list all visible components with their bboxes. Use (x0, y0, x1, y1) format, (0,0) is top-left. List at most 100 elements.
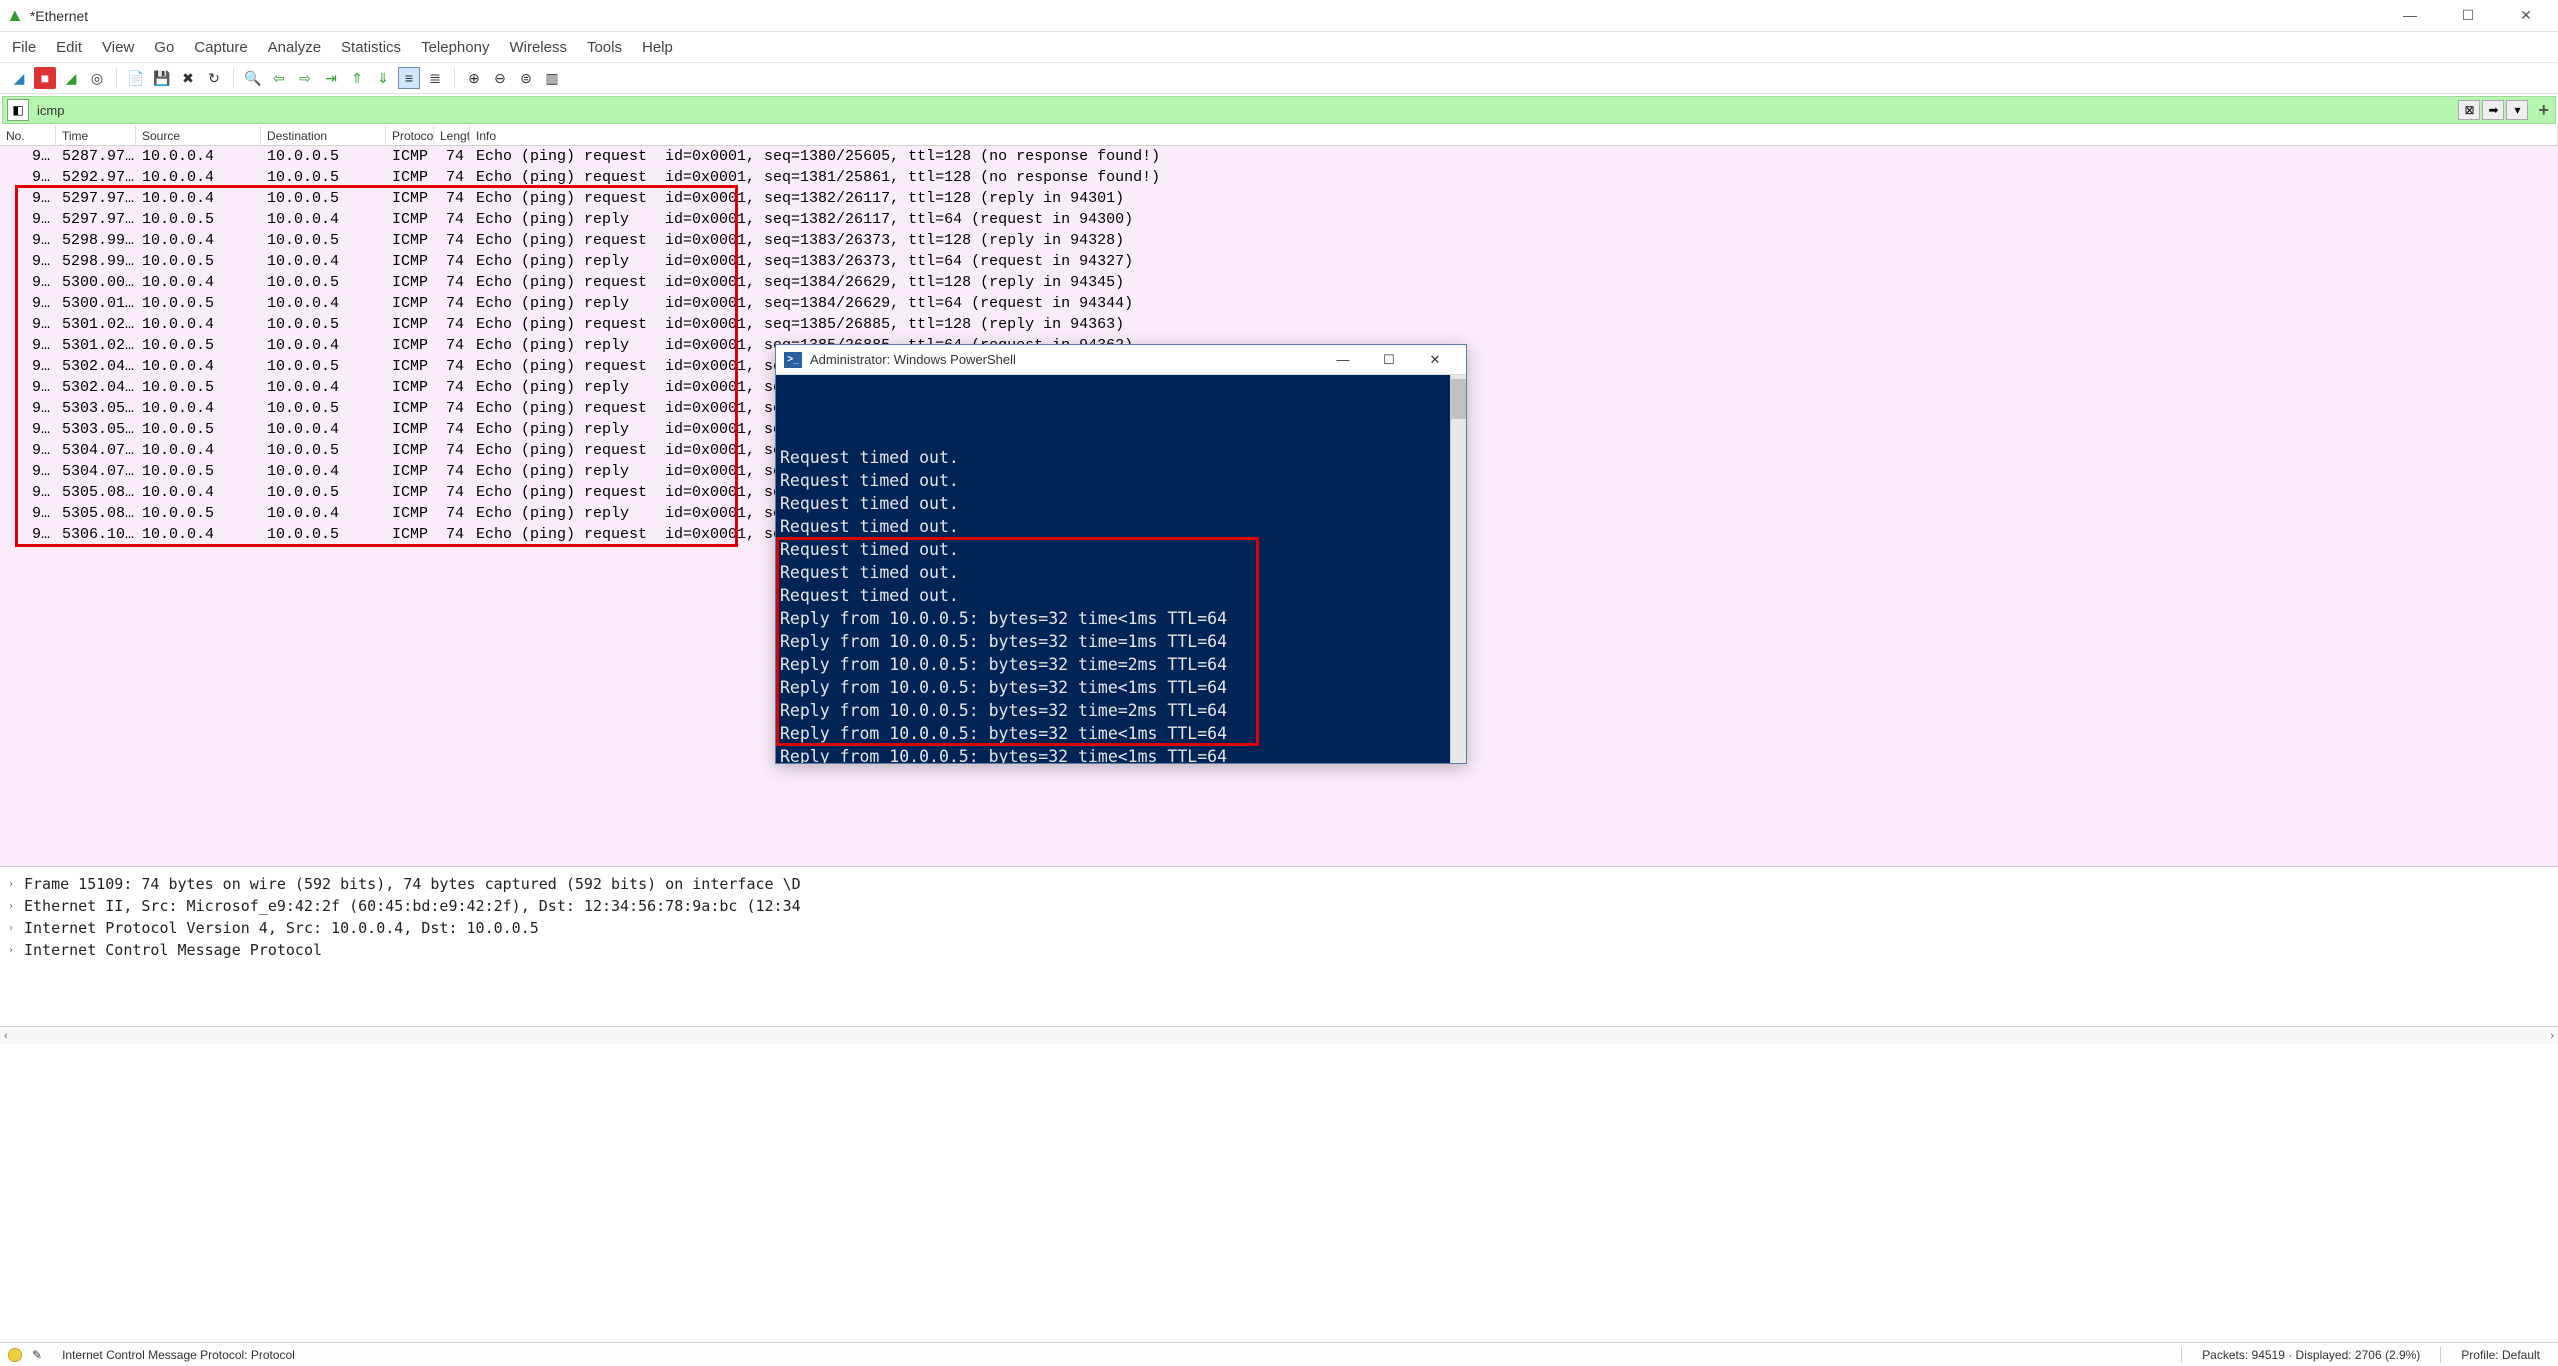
clear-filter-button[interactable]: ⊠ (2458, 100, 2480, 120)
powershell-output[interactable]: Request timed out.Request timed out.Requ… (776, 375, 1466, 763)
packet-row[interactable]: 9…5300.01…10.0.0.510.0.0.4ICMP74Echo (pi… (0, 293, 2558, 314)
detail-text: Internet Protocol Version 4, Src: 10.0.0… (24, 919, 539, 937)
menu-help[interactable]: Help (642, 39, 673, 56)
powershell-window[interactable]: >_ Administrator: Windows PowerShell — ☐… (775, 344, 1467, 764)
status-field: Internet Control Message Protocol: Proto… (52, 1348, 305, 1362)
column-info[interactable]: Info (470, 126, 2558, 145)
zoom-in-icon[interactable]: ⊕ (463, 67, 485, 89)
column-destination[interactable]: Destination (261, 126, 386, 145)
ps-maximize-button[interactable]: ☐ (1366, 346, 1412, 374)
packet-row[interactable]: 9…5297.97…10.0.0.410.0.0.5ICMP74Echo (pi… (0, 188, 2558, 209)
column-source[interactable]: Source (136, 126, 261, 145)
detail-icmp[interactable]: › Internet Control Message Protocol (8, 939, 2550, 961)
goto-icon[interactable]: ⇥ (320, 67, 342, 89)
column-time[interactable]: Time (56, 126, 136, 145)
ps-close-button[interactable]: ✕ (1412, 346, 1458, 374)
minimize-button[interactable]: — (2390, 7, 2430, 24)
menu-analyze[interactable]: Analyze (268, 39, 321, 56)
detail-ethernet[interactable]: › Ethernet II, Src: Microsof_e9:42:2f (60… (8, 895, 2550, 917)
packet-row[interactable]: 9…5292.97…10.0.0.410.0.0.5ICMP74Echo (pi… (0, 167, 2558, 188)
column-no[interactable]: No. (0, 126, 56, 145)
powershell-title: Administrator: Windows PowerShell (810, 352, 1320, 367)
menu-tools[interactable]: Tools (587, 39, 622, 56)
reload-icon[interactable]: ↻ (203, 67, 225, 89)
scrollbar-thumb[interactable] (1451, 379, 1466, 419)
forward-icon[interactable]: ⇨ (294, 67, 316, 89)
status-packets: Packets: 94519 · Displayed: 2706 (2.9%) (2192, 1348, 2430, 1362)
detail-frame[interactable]: ›Frame 15109: 74 bytes on wire (592 bits… (8, 873, 2550, 895)
display-filter-input[interactable] (33, 101, 2458, 120)
separator (233, 68, 234, 88)
packet-row[interactable]: 9…5301.02…10.0.0.410.0.0.5ICMP74Echo (pi… (0, 314, 2558, 335)
app-icon: ▲ (6, 5, 24, 26)
save-file-icon[interactable]: 💾 (151, 67, 173, 89)
detail-text: Frame 15109: 74 bytes on wire (592 bits)… (24, 875, 801, 893)
menu-statistics[interactable]: Statistics (341, 39, 401, 56)
window-controls: — ☐ ✕ (2390, 7, 2552, 24)
ps-line: Reply from 10.0.0.5: bytes=32 time<1ms T… (780, 676, 1462, 699)
close-file-icon[interactable]: ✖ (177, 67, 199, 89)
start-capture-icon[interactable]: ◢ (8, 67, 30, 89)
ps-line: Reply from 10.0.0.5: bytes=32 time=1ms T… (780, 630, 1462, 653)
menu-wireless[interactable]: Wireless (509, 39, 567, 56)
statusbar: ✎ Internet Control Message Protocol: Pro… (0, 1342, 2558, 1366)
ps-line: Request timed out. (780, 492, 1462, 515)
close-button[interactable]: ✕ (2506, 7, 2546, 24)
ps-line: Reply from 10.0.0.5: bytes=32 time=2ms T… (780, 699, 1462, 722)
auto-scroll-icon[interactable]: ≡ (398, 67, 420, 89)
menu-edit[interactable]: Edit (56, 39, 82, 56)
ps-line: Reply from 10.0.0.5: bytes=32 time<1ms T… (780, 607, 1462, 630)
back-icon[interactable]: ⇦ (268, 67, 290, 89)
restart-capture-icon[interactable]: ◢ (60, 67, 82, 89)
resize-columns-icon[interactable]: ▥ (541, 67, 563, 89)
add-filter-button[interactable]: + (2532, 100, 2555, 121)
menu-view[interactable]: View (102, 39, 134, 56)
detail-text: Ethernet II, Src: Microsof_e9:42:2f (60:… (24, 897, 801, 915)
maximize-button[interactable]: ☐ (2448, 7, 2488, 24)
powershell-titlebar[interactable]: >_ Administrator: Windows PowerShell — ☐… (776, 345, 1466, 375)
stop-capture-icon[interactable]: ■ (34, 67, 56, 89)
menu-telephony[interactable]: Telephony (421, 39, 489, 56)
detail-ip[interactable]: ›Internet Protocol Version 4, Src: 10.0.… (8, 917, 2550, 939)
horizontal-scrollbar[interactable]: ‹› (0, 1026, 2558, 1044)
first-packet-icon[interactable]: ⇑ (346, 67, 368, 89)
packet-row[interactable]: 9…5298.99…10.0.0.510.0.0.4ICMP74Echo (pi… (0, 251, 2558, 272)
caret-icon: › (8, 901, 18, 912)
capture-options-icon[interactable]: ◎ (86, 67, 108, 89)
last-packet-icon[interactable]: ⇓ (372, 67, 394, 89)
filter-history-button[interactable]: ▾ (2506, 100, 2528, 120)
find-icon[interactable]: 🔍 (242, 67, 264, 89)
packet-row[interactable]: 9…5297.97…10.0.0.510.0.0.4ICMP74Echo (pi… (0, 209, 2558, 230)
bookmark-icon[interactable]: ◧ (7, 99, 29, 121)
column-length[interactable]: Length (434, 126, 470, 145)
detail-text: Internet Control Message Protocol (24, 941, 322, 959)
packet-row[interactable]: 9…5298.99…10.0.0.410.0.0.5ICMP74Echo (pi… (0, 230, 2558, 251)
zoom-out-icon[interactable]: ⊖ (489, 67, 511, 89)
ps-line: Reply from 10.0.0.5: bytes=32 time<1ms T… (780, 722, 1462, 745)
menu-file[interactable]: File (12, 39, 36, 56)
apply-filter-button[interactable]: ➡ (2482, 100, 2504, 120)
powershell-scrollbar[interactable] (1450, 375, 1466, 763)
ps-minimize-button[interactable]: — (1320, 346, 1366, 374)
separator (116, 68, 117, 88)
column-protocol[interactable]: Protocol (386, 126, 434, 145)
colorize-icon[interactable]: ≣ (424, 67, 446, 89)
toolbar: ◢ ■ ◢ ◎ 📄 💾 ✖ ↻ 🔍 ⇦ ⇨ ⇥ ⇑ ⇓ ≡ ≣ ⊕ ⊖ ⊜ ▥ (0, 62, 2558, 94)
powershell-icon: >_ (784, 352, 802, 368)
titlebar: ▲ *Ethernet — ☐ ✕ (0, 0, 2558, 32)
packet-row[interactable]: 9…5300.00…10.0.0.410.0.0.5ICMP74Echo (pi… (0, 272, 2558, 293)
packet-details[interactable]: › Frame 15109: 74 bytes on wire (592 bits… (0, 866, 2558, 1026)
ps-line: Request timed out. (780, 561, 1462, 584)
edit-icon[interactable]: ✎ (32, 1348, 42, 1362)
menu-capture[interactable]: Capture (194, 39, 247, 56)
ps-line: Request timed out. (780, 469, 1462, 492)
ps-line: Reply from 10.0.0.5: bytes=32 time=2ms T… (780, 653, 1462, 676)
status-profile[interactable]: Profile: Default (2451, 1348, 2550, 1362)
zoom-reset-icon[interactable]: ⊜ (515, 67, 537, 89)
packet-list-header: No. Time Source Destination Protocol Len… (0, 126, 2558, 146)
open-file-icon[interactable]: 📄 (125, 67, 147, 89)
menu-go[interactable]: Go (154, 39, 174, 56)
packet-row[interactable]: 9…5287.97…10.0.0.410.0.0.5ICMP74Echo (pi… (0, 146, 2558, 167)
expert-info-icon[interactable] (8, 1348, 22, 1362)
caret-icon: › (8, 945, 18, 956)
